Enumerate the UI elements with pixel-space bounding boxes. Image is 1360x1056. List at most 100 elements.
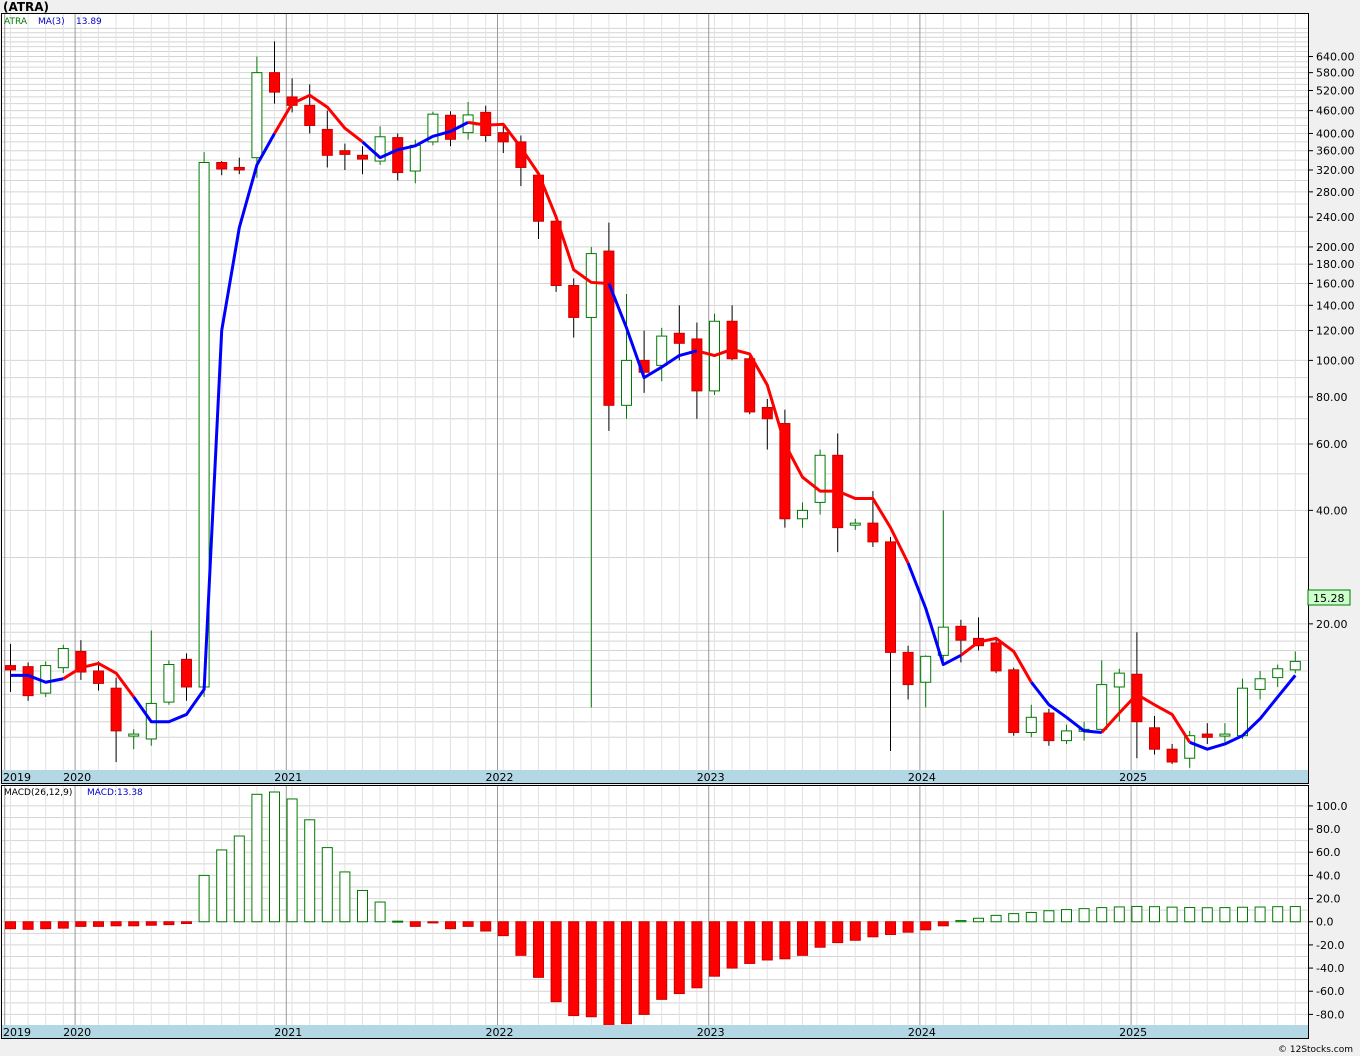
candle-down: [1043, 712, 1055, 742]
macd-axis-label: 0.0: [1316, 916, 1334, 929]
macd-bar-negative: [568, 921, 580, 1017]
candle-down: [902, 651, 914, 686]
macd-bar-negative: [163, 921, 175, 926]
macd-bar-positive: [392, 920, 404, 923]
macd-bar-negative: [603, 921, 615, 1027]
last-price-label: 15.28: [1313, 592, 1345, 605]
macd-bar-negative: [709, 921, 720, 977]
price-axis-label: 200.00: [1316, 241, 1355, 254]
macd-bar-negative: [40, 921, 52, 930]
macd-bar-positive: [233, 835, 245, 923]
macd-bar-negative: [814, 921, 826, 948]
year-label: 2025: [1119, 771, 1147, 784]
candle-up: [849, 522, 861, 526]
macd-year-band: [2, 1025, 1308, 1038]
macd-axis-label: 20.0: [1316, 893, 1341, 906]
candle-down: [779, 423, 791, 520]
macd-bar-negative: [726, 921, 738, 969]
candle-down: [233, 166, 245, 171]
price-axis-label: 80.00: [1316, 391, 1348, 404]
price-axis-label: 320.00: [1316, 164, 1355, 177]
candle-up: [1219, 733, 1231, 737]
legend-ma-value: 13.89: [76, 17, 102, 27]
macd-bar-positive: [955, 920, 967, 923]
macd-bar-positive: [321, 847, 333, 923]
macd-bar-positive: [304, 819, 316, 923]
candle-down: [5, 665, 16, 671]
macd-bar-negative: [849, 921, 861, 941]
macd-bar-negative: [533, 921, 544, 978]
price-axis-label: 40.00: [1316, 504, 1348, 517]
macd-bar-positive: [973, 917, 984, 923]
candle-up: [1289, 660, 1301, 671]
macd-bar-positive: [1025, 911, 1037, 923]
macd-axis-label: 100.0: [1316, 800, 1348, 813]
macd-bar-positive: [1201, 907, 1213, 923]
macd-bar-negative: [937, 921, 949, 927]
candle-down: [339, 150, 351, 155]
macd-bar-positive: [216, 849, 228, 923]
macd-bar-positive: [1237, 906, 1248, 923]
macd-bar-positive: [1061, 909, 1072, 923]
candle-down: [1201, 733, 1213, 738]
legend-ma-label: MA(3): [38, 17, 65, 27]
macd-bar-negative: [761, 921, 773, 961]
stock-chart: (ATRA) 640.00 580.00 520.00 460.00 400.00 360…: [0, 0, 1360, 1056]
macd-bar-negative: [427, 921, 439, 924]
price-year-band: [2, 770, 1308, 783]
candle-up: [128, 733, 140, 737]
year-label: 2023: [697, 771, 725, 784]
year-label: 2024: [908, 771, 936, 784]
candle-down: [181, 658, 192, 688]
candle-down: [321, 128, 333, 156]
macd-legend-value: MACD:13.38: [87, 788, 143, 798]
year-label: 2020: [63, 1026, 91, 1039]
candle-down: [1008, 669, 1020, 733]
macd-bar-negative: [75, 921, 87, 927]
macd-panel: [1, 785, 1309, 1039]
macd-bar-negative: [621, 921, 632, 1025]
year-label: 2021: [274, 1026, 302, 1039]
year-label: 2025: [1119, 1026, 1147, 1039]
macd-bar-positive: [339, 871, 351, 923]
candle-down: [304, 104, 316, 126]
macd-bar-positive: [198, 874, 210, 923]
macd-axis-label: 80.0: [1316, 823, 1341, 836]
macd-bar-negative: [585, 921, 597, 1018]
candle-up: [57, 648, 69, 669]
macd-bar-negative: [497, 921, 509, 937]
candle-down: [445, 114, 456, 140]
year-label: 2022: [486, 1026, 514, 1039]
year-label: 2020: [63, 771, 91, 784]
macd-bar-negative: [744, 921, 756, 964]
macd-axis-label: 40.0: [1316, 869, 1341, 882]
macd-bar-positive: [286, 798, 298, 923]
macd-bar-negative: [93, 921, 104, 927]
macd-bar-negative: [110, 921, 122, 927]
candle-down: [955, 625, 967, 641]
macd-bar-negative: [638, 921, 650, 1015]
chart-title: (ATRA): [3, 0, 49, 14]
macd-bar-negative: [832, 921, 844, 944]
candle-up: [920, 655, 932, 683]
candle-down: [392, 137, 404, 174]
macd-bar-positive: [1096, 907, 1108, 923]
price-axis-label: 360.00: [1316, 145, 1355, 158]
macd-bar-negative: [181, 921, 192, 924]
macd-bar-negative: [57, 921, 69, 929]
macd-bar-negative: [5, 921, 16, 930]
macd-bar-positive: [1272, 906, 1284, 923]
year-label: 2021: [274, 771, 302, 784]
candle-down: [269, 72, 280, 93]
candle-down: [673, 332, 685, 344]
candle-up: [656, 335, 668, 366]
macd-bar-positive: [990, 914, 1002, 923]
price-axis-label: 280.00: [1316, 186, 1355, 199]
price-axis-label: 20.00: [1316, 618, 1348, 631]
macd-bar-positive: [1184, 906, 1196, 923]
price-axis-label: 240.00: [1316, 211, 1355, 224]
macd-bar-negative: [550, 921, 562, 1003]
year-label: 2023: [697, 1026, 725, 1039]
price-axis-label: 520.00: [1316, 85, 1355, 98]
year-label: 2019: [3, 771, 31, 784]
